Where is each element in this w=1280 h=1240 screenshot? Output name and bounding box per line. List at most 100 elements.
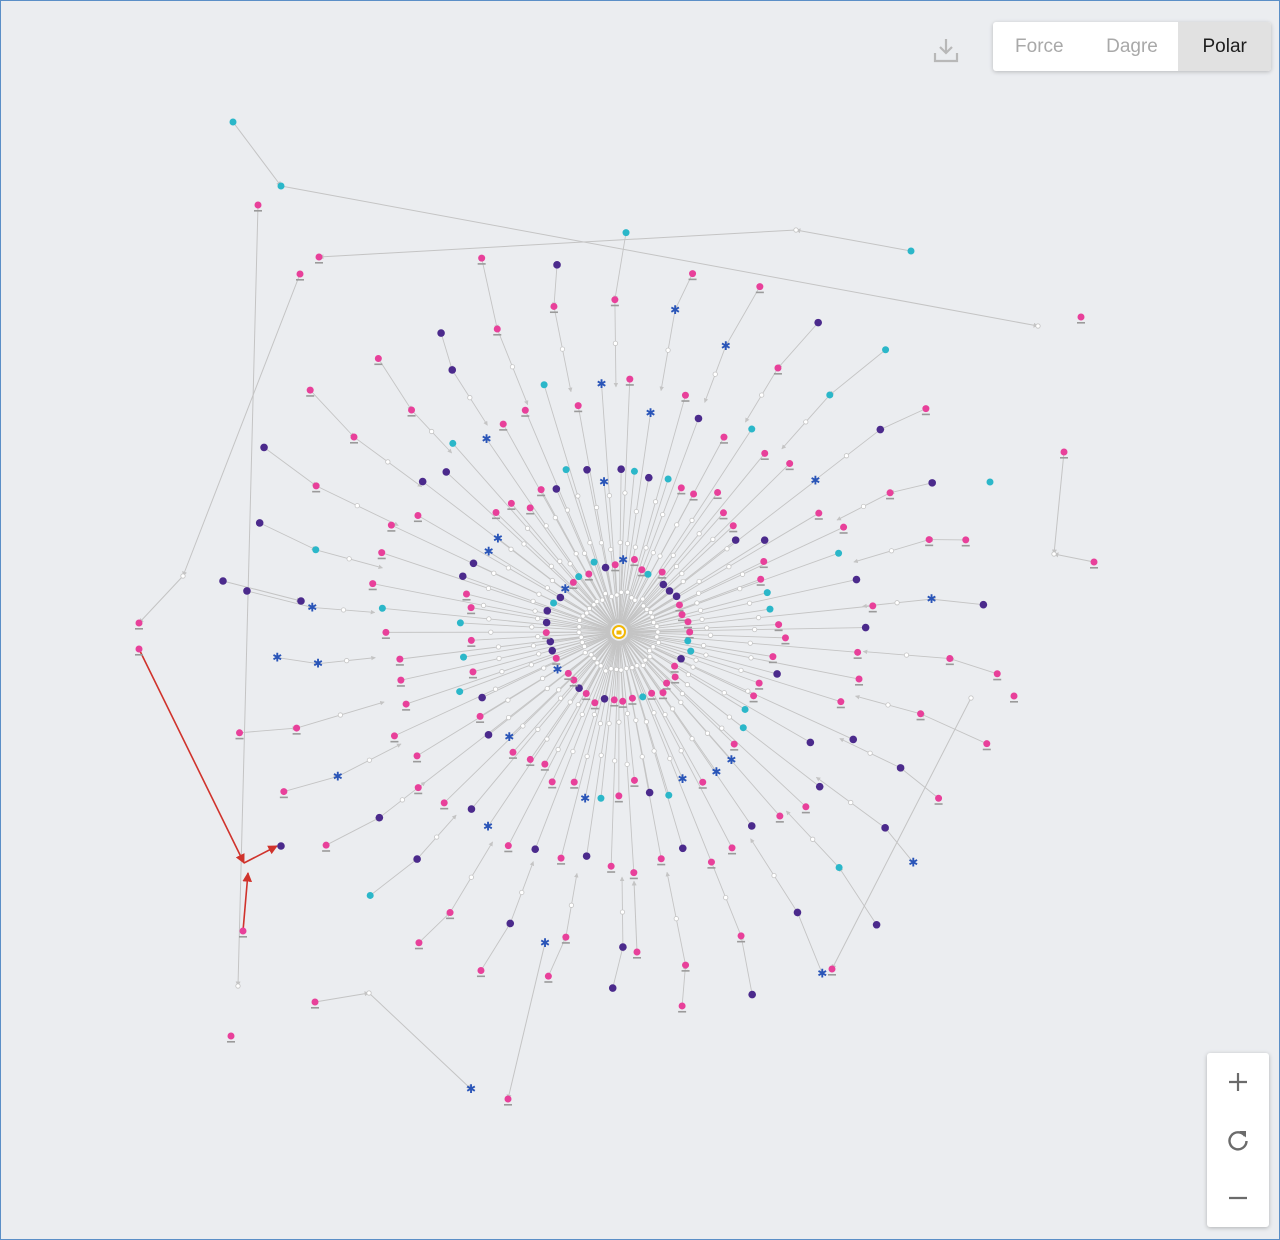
graph-node-star[interactable]: ✱ — [466, 1082, 476, 1096]
graph-node-star[interactable]: ✱ — [908, 855, 918, 869]
graph-node-pink[interactable] — [227, 1032, 235, 1040]
graph-node-teal[interactable] — [687, 647, 695, 655]
graph-node-teal[interactable] — [684, 637, 692, 645]
graph-node-purple[interactable] — [260, 443, 268, 452]
graph-node-pink[interactable] — [869, 602, 877, 610]
graph-node-pink[interactable] — [476, 712, 484, 720]
graph-node-pink[interactable] — [983, 740, 991, 748]
graph-node-pink[interactable] — [322, 841, 330, 849]
graph-node-pink[interactable] — [761, 449, 769, 457]
graph-node-pink[interactable] — [378, 549, 386, 557]
graph-node-pink[interactable] — [1077, 313, 1085, 321]
graph-node-star[interactable]: ✱ — [504, 730, 514, 744]
graph-node-purple[interactable] — [694, 414, 703, 423]
graph-node-teal[interactable] — [986, 478, 994, 486]
graph-node-pink[interactable] — [550, 302, 558, 310]
graph-node-teal[interactable] — [882, 346, 890, 354]
graph-node-teal[interactable] — [739, 724, 747, 732]
graph-node-purple[interactable] — [773, 670, 781, 678]
graph-node-teal[interactable] — [763, 589, 771, 597]
graph-node-purple[interactable] — [645, 788, 654, 797]
graph-node-star[interactable]: ✱ — [618, 553, 628, 567]
graph-node-pink[interactable] — [750, 692, 758, 700]
graph-node-purple[interactable] — [467, 805, 476, 813]
graph-node-pink[interactable] — [628, 694, 636, 702]
layout-option-polar[interactable]: Polar — [1178, 22, 1271, 71]
graph-node-pink[interactable] — [504, 1095, 512, 1103]
graph-node-teal[interactable] — [460, 653, 468, 661]
graph-node-pink[interactable] — [776, 812, 784, 820]
graph-node-star[interactable]: ✱ — [711, 765, 721, 779]
graph-node-teal[interactable] — [456, 619, 464, 627]
reset-zoom-button[interactable] — [1207, 1111, 1269, 1169]
graph-node-pink[interactable] — [815, 509, 823, 517]
graph-node-pink[interactable] — [707, 858, 715, 866]
graph-node-pink[interactable] — [769, 653, 777, 661]
graph-node-purple[interactable] — [876, 425, 885, 434]
graph-node-star[interactable]: ✱ — [597, 377, 607, 391]
graph-node-purple[interactable] — [815, 782, 824, 791]
graph-node-purple[interactable] — [277, 842, 285, 850]
graph-node-pink[interactable] — [917, 710, 925, 718]
graph-node-pink[interactable] — [521, 406, 529, 414]
graph-node-pink[interactable] — [552, 654, 560, 662]
graph-node-purple[interactable] — [793, 908, 802, 917]
graph-node-pink[interactable] — [677, 484, 685, 492]
graph-node-star[interactable]: ✱ — [483, 820, 493, 834]
graph-node-star[interactable]: ✱ — [272, 651, 282, 665]
graph-node-star[interactable]: ✱ — [493, 531, 503, 545]
graph-node-pink[interactable] — [626, 375, 634, 383]
graph-node-teal[interactable] — [449, 439, 457, 447]
graph-node-pink[interactable] — [570, 778, 578, 786]
graph-node-pink[interactable] — [541, 760, 549, 768]
graph-node-pink[interactable] — [756, 283, 764, 291]
graph-node-purple[interactable] — [806, 738, 815, 747]
graph-node-pink[interactable] — [678, 1002, 686, 1010]
graph-node-pink[interactable] — [574, 402, 582, 410]
graph-node-pink[interactable] — [467, 604, 475, 612]
graph-node-purple[interactable] — [542, 618, 551, 627]
graph-node-purple[interactable] — [619, 943, 627, 951]
graph-node-pink[interactable] — [387, 521, 395, 529]
graph-node-star[interactable]: ✱ — [810, 474, 820, 488]
graph-node-pink[interactable] — [678, 611, 686, 619]
graph-node-pink[interactable] — [492, 509, 500, 517]
polar-graph[interactable]: ✱✱✱✱✱✱✱✱✱✱✱✱✱✱✱✱✱✱✱✱✱✱✱✱✱✱✱ — [1, 1, 1279, 1239]
graph-node-star[interactable]: ✱ — [580, 791, 590, 805]
graph-node-purple[interactable] — [548, 646, 557, 655]
graph-node-pink[interactable] — [585, 570, 593, 578]
graph-node-teal[interactable] — [639, 693, 647, 701]
graph-node-pink[interactable] — [730, 740, 738, 748]
graph-node-teal[interactable] — [622, 229, 630, 237]
graph-node-pink[interactable] — [775, 621, 783, 629]
graph-node-pink[interactable] — [239, 927, 247, 935]
graph-node-pink[interactable] — [526, 504, 534, 512]
graph-node-pink[interactable] — [396, 655, 404, 663]
graph-node-purple[interactable] — [665, 587, 674, 595]
graph-node-purple[interactable] — [552, 485, 561, 493]
graph-node-pink[interactable] — [607, 862, 615, 870]
graph-node-pink[interactable] — [306, 386, 314, 394]
graph-node-purple[interactable] — [448, 366, 457, 374]
graph-node-purple[interactable] — [617, 465, 625, 474]
graph-node-teal[interactable] — [826, 391, 834, 399]
graph-node-teal[interactable] — [766, 605, 774, 613]
graph-node-purple[interactable] — [484, 731, 493, 739]
graph-node-pink[interactable] — [658, 568, 666, 576]
graph-node-pink[interactable] — [630, 555, 638, 563]
graph-node-star[interactable]: ✱ — [646, 406, 656, 420]
layout-option-dagre[interactable]: Dagre — [1086, 22, 1179, 71]
graph-node-pink[interactable] — [684, 618, 692, 626]
graph-node-pink[interactable] — [564, 669, 572, 677]
graph-node-pink[interactable] — [1090, 558, 1098, 566]
graph-node-star[interactable]: ✱ — [726, 753, 736, 767]
graph-node-pink[interactable] — [312, 482, 320, 490]
graph-node-pink[interactable] — [630, 776, 638, 784]
graph-node-pink[interactable] — [415, 939, 423, 947]
graph-node-pink[interactable] — [296, 270, 304, 278]
graph-node-star[interactable]: ✱ — [817, 967, 827, 981]
graph-node-star[interactable]: ✱ — [313, 657, 323, 671]
graph-node-pink[interactable] — [557, 854, 565, 862]
graph-node-purple[interactable] — [659, 580, 668, 589]
graph-node-pink[interactable] — [611, 296, 619, 304]
